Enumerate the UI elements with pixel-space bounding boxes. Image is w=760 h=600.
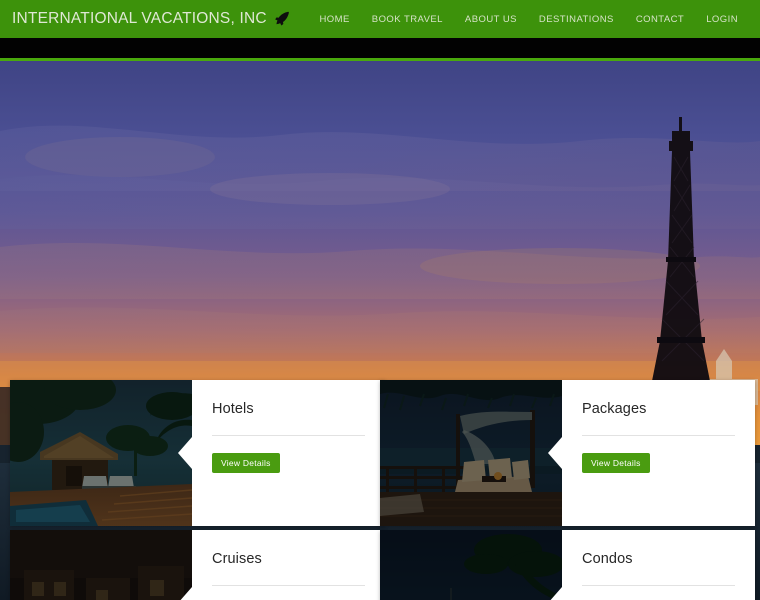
main-navigation: HOME BOOK TRAVEL ABOUT US DESTINATIONS C… <box>319 14 738 25</box>
card-divider <box>212 584 365 586</box>
nav-link-login[interactable]: LOGIN <box>706 14 738 25</box>
card-title: Hotels <box>212 401 254 417</box>
card-divider <box>582 584 735 586</box>
nav-link-contact[interactable]: CONTACT <box>636 14 684 25</box>
card-divider <box>212 434 365 436</box>
card-image-cruise-ship <box>380 530 562 600</box>
card-image-beach-cabana <box>380 380 562 526</box>
brand-logo[interactable]: INTERNATIONAL VACATIONS, INC <box>12 10 291 28</box>
card-body: Condos View Details <box>562 530 755 600</box>
brand-title: INTERNATIONAL VACATIONS, INC <box>12 10 267 27</box>
card-image-tropical-resort <box>10 380 192 526</box>
feature-card-packages[interactable]: Packages View Details <box>380 380 755 526</box>
nav-link-about-us[interactable]: ABOUT US <box>465 14 517 25</box>
view-details-button[interactable]: View Details <box>212 452 280 474</box>
view-details-button[interactable]: View Details <box>582 452 650 474</box>
card-arrow-notch <box>548 587 562 600</box>
header-black-bar <box>0 38 760 58</box>
rocket-icon <box>273 10 291 28</box>
feature-card-hotels[interactable]: Hotels View Details <box>10 380 385 526</box>
nav-link-home[interactable]: HOME <box>319 14 349 25</box>
feature-card-cruises[interactable]: Cruises View Details <box>10 530 385 600</box>
card-body: Packages View Details <box>562 380 755 526</box>
card-divider <box>582 434 735 436</box>
card-title: Packages <box>582 401 647 417</box>
feature-card-condos[interactable]: Condos View Details <box>380 530 755 600</box>
card-image-dark-resort <box>10 530 192 600</box>
card-arrow-notch <box>178 437 192 469</box>
card-body: Cruises View Details <box>192 530 385 600</box>
nav-link-destinations[interactable]: DESTINATIONS <box>539 14 614 25</box>
site-header: INTERNATIONAL VACATIONS, INC HOME BOOK T… <box>0 0 760 38</box>
header-accent-line <box>0 58 760 61</box>
card-body: Hotels View Details <box>192 380 385 526</box>
card-arrow-notch <box>548 437 562 469</box>
card-title: Cruises <box>212 551 262 567</box>
nav-link-book-travel[interactable]: BOOK TRAVEL <box>372 14 443 25</box>
page-root: INTERNATIONAL VACATIONS, INC HOME BOOK T… <box>0 0 760 600</box>
card-arrow-notch <box>178 587 192 600</box>
card-title: Condos <box>582 551 633 567</box>
